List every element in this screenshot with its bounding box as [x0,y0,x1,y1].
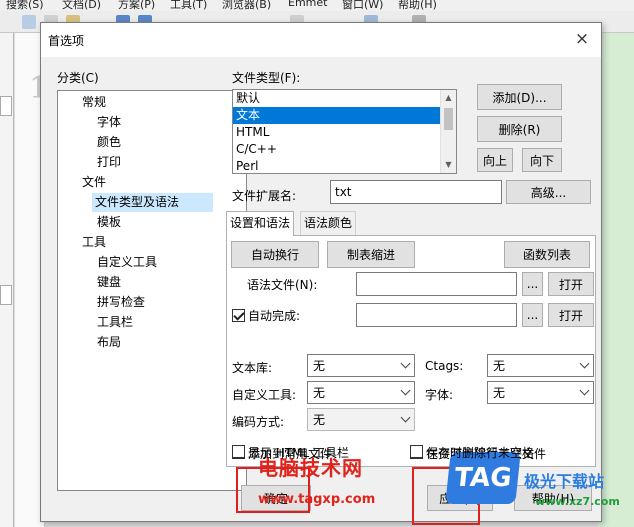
syntax-file-label: 语法文件(N): [247,278,318,292]
tree-item-color[interactable]: 颜色 [94,133,124,152]
menu-window[interactable]: 窗口(W) [342,0,383,11]
side-panel [0,33,14,527]
move-up-button[interactable]: 向上 [477,148,513,172]
trim-trailing-checkbox[interactable] [410,445,423,458]
scroll-thumb[interactable] [444,108,453,130]
tab-panel: 自动换行 制表缩进 函数列表 语法文件(N): ... 打开 自动完成: ...… [226,235,596,467]
scroll-up-icon[interactable]: ▲ [441,90,456,106]
autocomplete-checkbox[interactable] [232,309,245,322]
chevron-down-icon [400,385,411,395]
encoding-select[interactable]: 无 [307,408,415,431]
font-value: 无 [493,386,506,400]
auto-wrap-button[interactable]: 自动换行 [231,241,319,268]
tree-item-tools[interactable]: 工具 [79,233,109,252]
custom-tools-label: 自定义工具: [232,388,297,402]
html-toolbar-label: 显示 HTML 工具栏 [248,446,350,460]
preferences-dialog: 首选项 × 分类(C) 常规 字体 颜色 打印 文件 文件类型及语法 模板 工具… [40,22,602,522]
list-scrollbar[interactable]: ▲ ▼ [440,90,456,173]
chevron-down-icon [579,385,590,395]
extension-input[interactable]: txt [330,180,502,204]
close-icon[interactable]: × [571,28,593,50]
encoding-label: 编码方式: [232,415,285,429]
autocomplete-label: 自动完成: [248,309,301,323]
function-list-button[interactable]: 函数列表 [504,241,590,268]
menu-tools[interactable]: 工具(T) [170,0,207,11]
syntax-file-input[interactable] [356,272,517,296]
side-dropdown-2[interactable] [0,285,12,305]
ctags-label: Ctags: [425,359,464,373]
side-dropdown[interactable] [0,96,12,116]
ctags-select[interactable]: 无 [487,354,594,377]
scroll-down-icon[interactable]: ▼ [441,157,456,173]
syntax-open-button[interactable]: 打开 [548,272,594,296]
help-label: 帮助(H) [531,491,575,506]
file-types-label: 文件类型(F): [232,71,301,85]
editor-area[interactable] [598,33,634,527]
library-value: 无 [313,359,326,373]
tree-item-file[interactable]: 文件 [79,173,109,192]
tree-item-spellcheck[interactable]: 拼写检查 [94,293,148,312]
help-button[interactable]: 帮助(H) [514,485,592,511]
library-label: 文本库: [232,361,273,375]
tab-settings-syntax[interactable]: 设置和语法 [226,211,295,236]
custom-tools-select[interactable]: 无 [307,381,415,404]
syntax-browse-button[interactable]: ... [522,272,543,296]
autocomplete-browse-button[interactable]: ... [522,303,543,327]
tree-item-font[interactable]: 字体 [94,113,124,132]
font-label: 字体: [425,388,454,402]
dialog-title: 首选项 [48,34,85,48]
move-down-button[interactable]: 向下 [522,148,562,172]
list-item[interactable]: 默认 [233,90,456,107]
chevron-down-icon [579,358,590,368]
ok-button[interactable]: 确定 [241,485,311,511]
library-select[interactable]: 无 [307,354,415,377]
extension-label: 文件扩展名: [232,189,297,203]
encoding-value: 无 [313,413,326,427]
dialog-titlebar: 首选项 × [41,23,601,57]
tree-item-custom-tools[interactable]: 自定义工具 [94,253,160,272]
trim-trailing-label: 保存时删除行末空格 [426,446,535,460]
menu-help[interactable]: 帮助(H) [398,0,437,11]
tree-item-print[interactable]: 打印 [94,153,124,172]
menu-search[interactable]: 搜索(S) [6,0,44,11]
tree-item-template[interactable]: 模板 [94,213,124,232]
menu-bar: 搜索(S) 文档(D) 方案(P) 工具(T) 浏览器(B) Emmet 窗口(… [0,0,634,11]
autocomplete-open-button[interactable]: 打开 [548,303,594,327]
ok-label: 确定 [263,491,288,506]
tree-item-general[interactable]: 常规 [79,93,109,112]
menu-browser[interactable]: 浏览器(B) [222,0,271,11]
list-item[interactable]: Perl [233,158,456,173]
font-select[interactable]: 无 [487,381,594,404]
ctags-value: 无 [493,359,506,373]
tree-item-keyboard[interactable]: 键盘 [94,273,124,292]
menu-scheme[interactable]: 方案(P) [118,0,155,11]
advanced-button[interactable]: 高级... [506,180,591,204]
tab-syntax-color[interactable]: 语法颜色 [300,211,357,235]
chevron-down-icon [400,412,411,422]
delete-button[interactable]: 删除(R) [477,116,562,142]
file-types-list[interactable]: 默认 文本 HTML C/C++ Perl ▲ ▼ [232,89,457,174]
tab-indent-button[interactable]: 制表缩进 [327,241,415,268]
html-toolbar-checkbox[interactable] [232,445,245,458]
menu-document[interactable]: 文档(D) [62,0,101,11]
category-tree[interactable]: 常规 字体 颜色 打印 文件 文件类型及语法 模板 工具 自定义工具 键盘 拼写… [57,90,247,491]
tree-item-layout[interactable]: 布局 [94,333,124,352]
list-item-selected[interactable]: 文本 [233,107,456,124]
list-item[interactable]: C/C++ [233,141,456,158]
custom-tools-value: 无 [313,386,326,400]
cut-icon[interactable] [22,15,36,29]
autocomplete-input[interactable] [356,303,517,327]
add-button[interactable]: 添加(D)... [477,84,562,110]
chevron-down-icon [400,358,411,368]
tree-item-toolbar[interactable]: 工具栏 [94,313,136,332]
category-label: 分类(C) [57,71,99,85]
tree-item-file-types[interactable]: 文件类型及语法 [92,193,213,212]
menu-emmet[interactable]: Emmet [288,0,327,9]
list-item[interactable]: HTML [233,124,456,141]
